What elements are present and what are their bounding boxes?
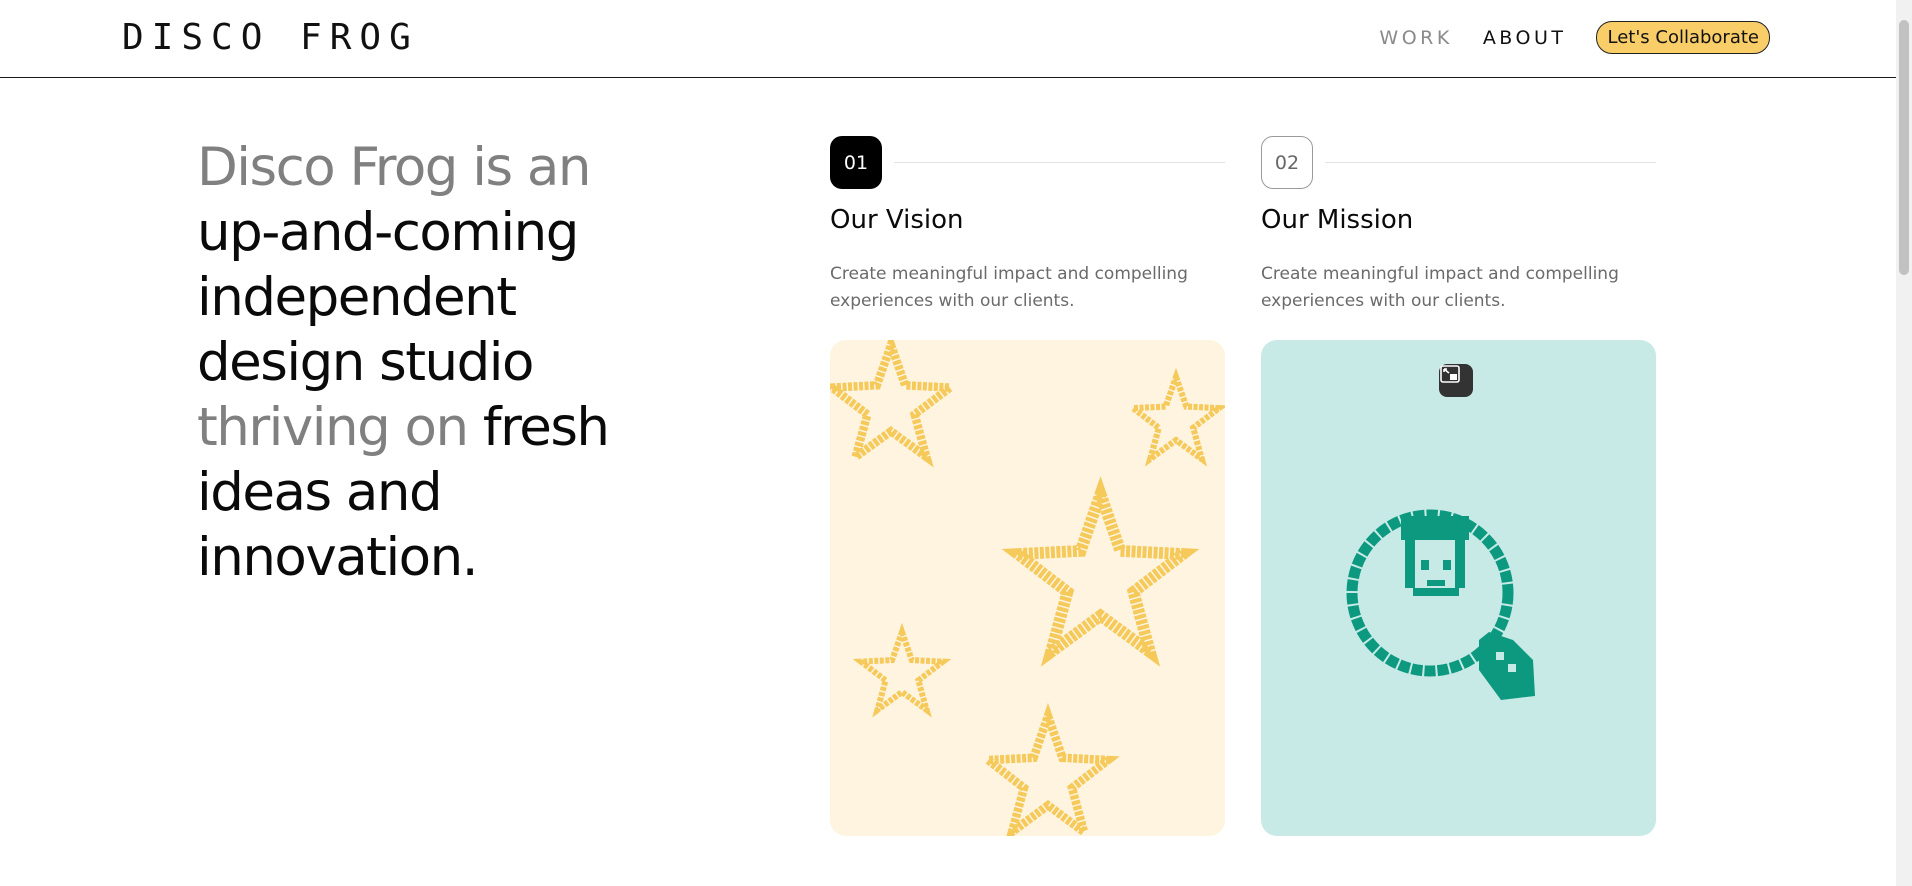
card-title: Our Vision [830,205,964,235]
expand-icon[interactable] [1439,364,1473,397]
star-icon [830,340,962,468]
star-icon [1001,476,1200,667]
card-description: Create meaningful impact and compelling … [830,264,1188,311]
site-header: DISCO FROG WORK ABOUT Let's Collaborate [0,0,1896,78]
nav-work-link[interactable]: WORK [1379,27,1452,49]
hero-line: design studio [197,332,534,393]
pixel-stars-illustration [830,340,1225,836]
magnifier-face-icon [1346,509,1535,700]
step-number-badge[interactable]: 02 [1261,136,1313,189]
collaborate-button[interactable]: Let's Collaborate [1596,21,1770,54]
star-icon [1124,367,1225,467]
hero-statement: Disco Frog is an up-and-coming independe… [197,135,637,590]
card-title: Our Mission [1261,205,1414,235]
hero-line: fresh [467,397,610,458]
nav-about-link[interactable]: ABOUT [1483,27,1567,49]
vision-illustration-panel [830,340,1225,836]
hero-line: innovation. [197,527,479,588]
hero-line: ideas and [197,462,443,523]
mission-illustration-panel [1261,340,1656,836]
hero-line: independent [197,267,517,328]
logo[interactable]: DISCO FROG [122,17,419,58]
pixel-magnifier-face-illustration [1346,509,1535,700]
star-icon [976,702,1120,836]
vision-card: 01 Our Vision Create meaningful impact a… [830,136,1225,836]
mission-card: 02 Our Mission Create meaningful impact … [1261,136,1656,836]
card-description: Create meaningful impact and compelling … [1261,264,1619,311]
divider [894,162,1225,163]
scrollbar[interactable] [1896,0,1912,886]
star-icon [852,622,952,718]
hero-line: Disco Frog is an [197,137,592,198]
divider [1325,162,1656,163]
main-nav: WORK ABOUT Let's Collaborate [1379,21,1770,54]
step-number-badge[interactable]: 01 [830,136,882,189]
hero-line: up-and-coming [197,202,579,263]
scrollbar-thumb[interactable] [1899,20,1909,275]
hero-line: thriving on [197,397,469,458]
